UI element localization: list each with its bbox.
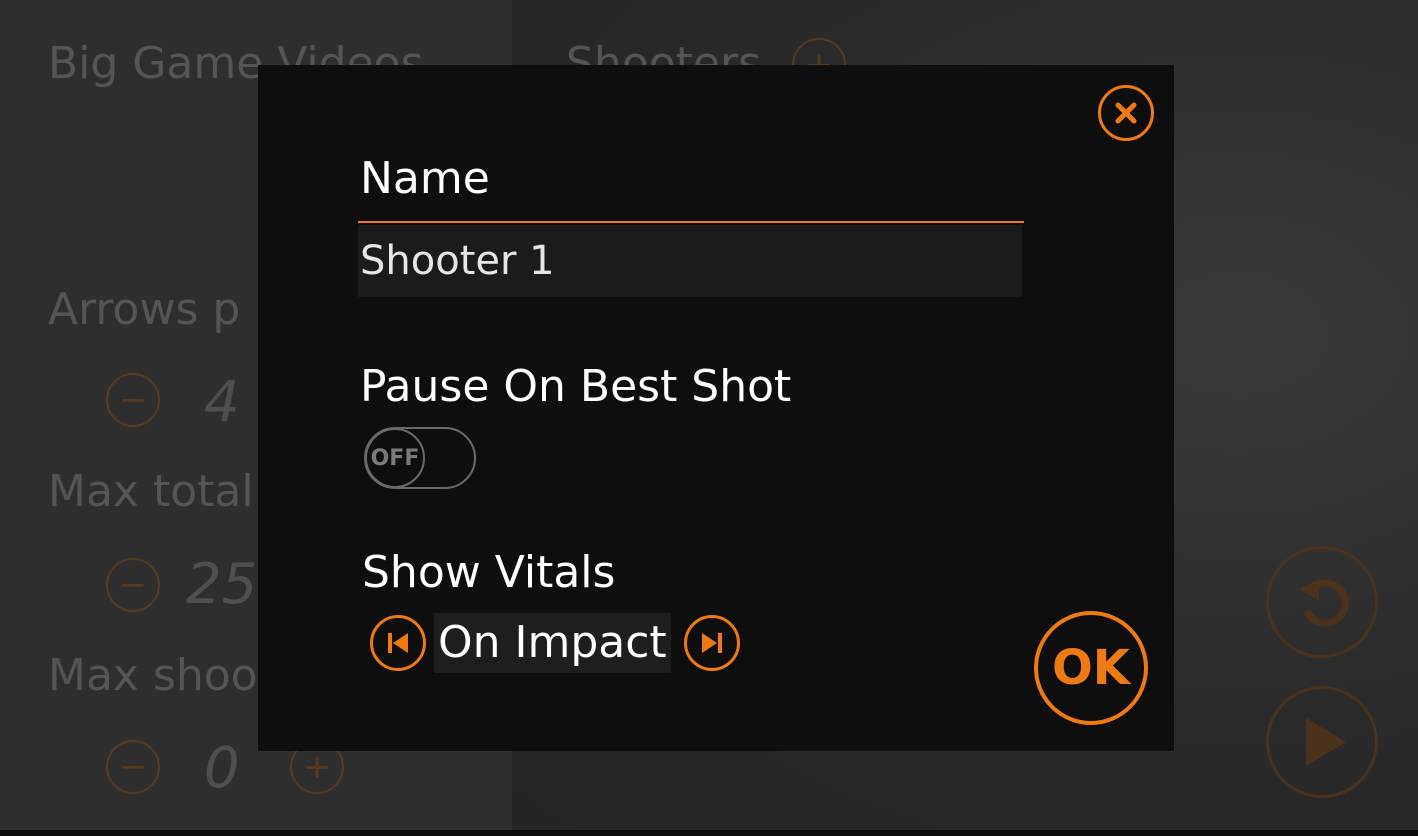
undo-icon xyxy=(1299,579,1349,627)
reset-button[interactable] xyxy=(1266,546,1378,658)
play-button[interactable] xyxy=(1266,686,1378,798)
max-shooters-decrement-button[interactable]: − xyxy=(106,740,160,794)
plus-icon: + xyxy=(302,747,332,787)
arrows-label: Arrows p xyxy=(48,284,241,335)
max-total-value: 25 xyxy=(186,552,258,617)
ok-button[interactable]: OK xyxy=(1034,611,1148,725)
toggle-state-text: OFF xyxy=(370,445,420,471)
play-icon xyxy=(1306,718,1346,766)
arrows-decrement-button[interactable]: − xyxy=(106,373,160,427)
close-icon xyxy=(1115,102,1137,124)
vitals-next-button[interactable] xyxy=(684,615,740,671)
name-field-underline xyxy=(358,221,1024,223)
max-total-decrement-button[interactable]: − xyxy=(106,558,160,612)
arrows-value: 4 xyxy=(204,370,240,435)
pause-on-best-shot-label: Pause On Best Shot xyxy=(360,361,792,412)
app-screen: Big Game Videos Shooters + Arrows p − 4 … xyxy=(0,0,1418,836)
minus-icon: − xyxy=(118,380,148,420)
skip-next-icon xyxy=(702,633,722,653)
pause-on-best-shot-toggle[interactable]: OFF xyxy=(364,427,476,489)
toggle-knob: OFF xyxy=(365,428,425,488)
max-shooters-value: 0 xyxy=(204,736,240,801)
minus-icon: − xyxy=(118,747,148,787)
vitals-option-value: On Impact xyxy=(434,613,671,673)
max-total-label: Max total xyxy=(48,466,254,517)
max-shooters-label: Max shoo xyxy=(48,650,258,701)
show-vitals-label: Show Vitals xyxy=(362,547,616,598)
bottom-bar xyxy=(0,830,1418,836)
minus-icon: − xyxy=(118,565,148,605)
close-button[interactable] xyxy=(1098,85,1154,141)
name-input[interactable] xyxy=(358,225,1022,297)
shooter-settings-dialog: Name Pause On Best Shot OFF Show Vitals … xyxy=(258,65,1174,751)
name-label: Name xyxy=(360,153,490,204)
skip-previous-icon xyxy=(388,633,408,653)
vitals-previous-button[interactable] xyxy=(370,615,426,671)
